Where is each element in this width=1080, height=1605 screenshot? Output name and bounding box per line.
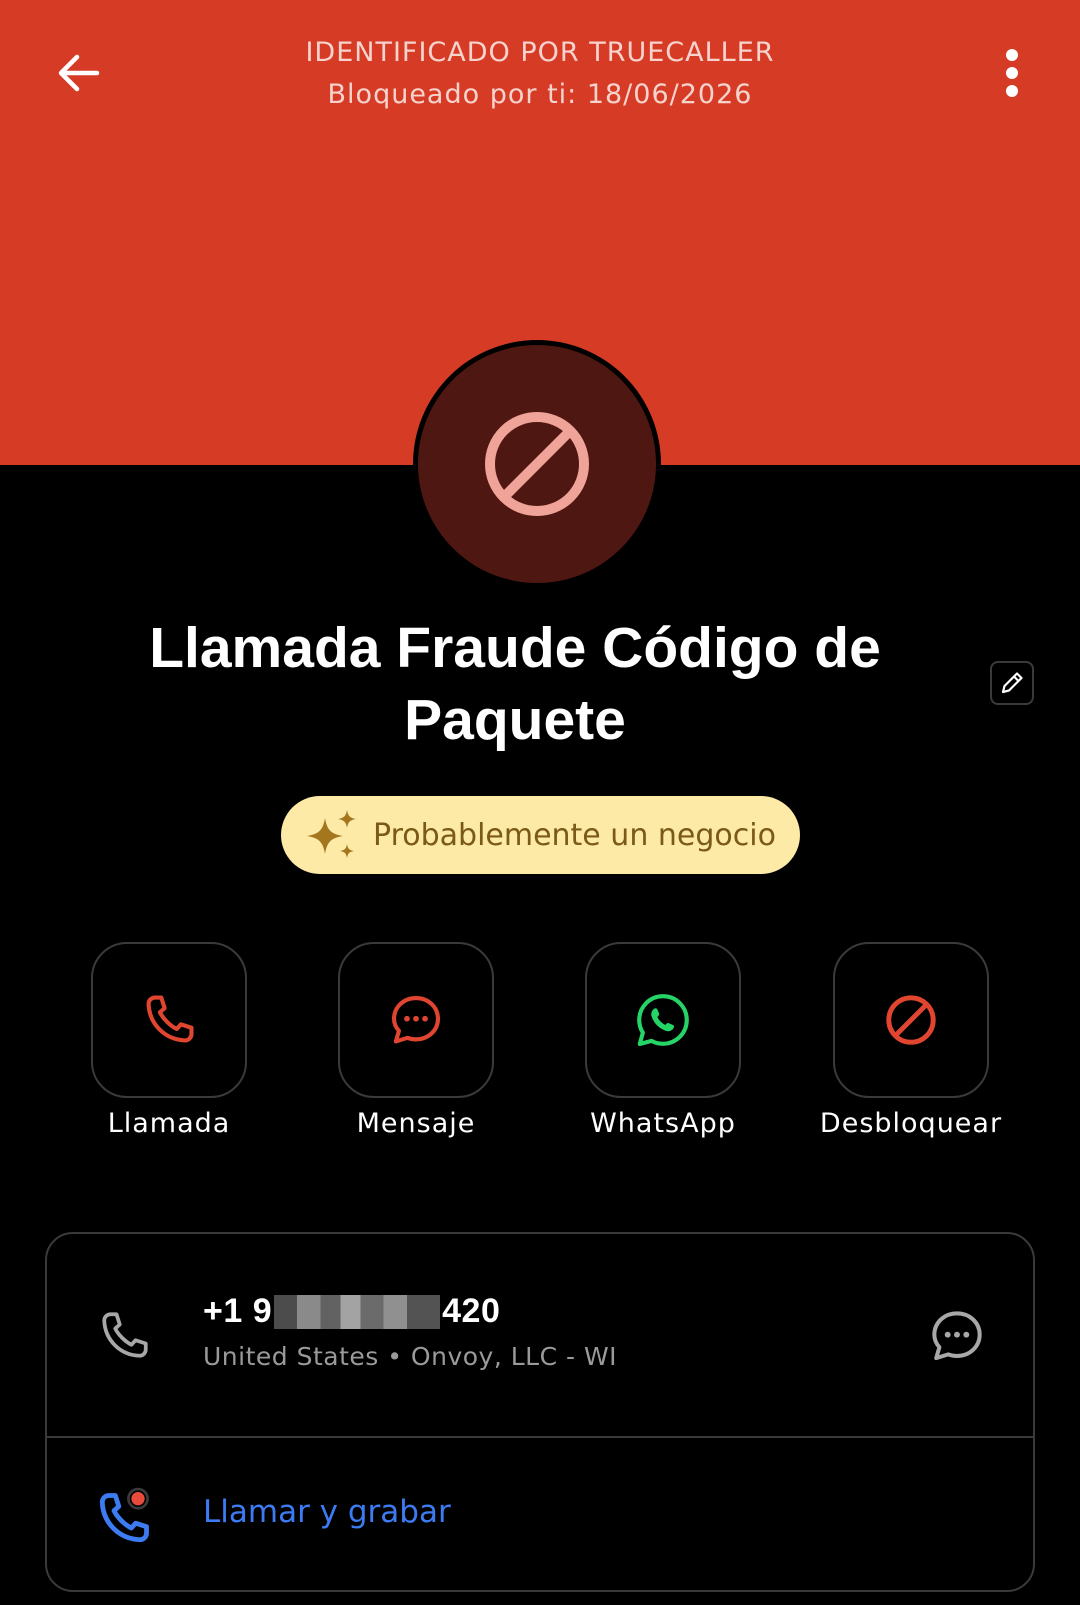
number-call-button[interactable]	[94, 1306, 154, 1366]
whatsapp-button[interactable]	[585, 942, 741, 1098]
call-label: Llamada	[107, 1108, 231, 1139]
blocked-icon	[485, 412, 589, 516]
sparkle-icon	[307, 810, 356, 858]
phone-number-prefix: +1 9	[203, 1292, 273, 1330]
contact-name: Llamada Fraude Código de Paquete	[149, 616, 881, 752]
phone-number-suffix: 420	[442, 1292, 501, 1330]
message-icon	[932, 1311, 982, 1361]
whatsapp-action[interactable]: WhatsApp	[585, 942, 741, 1139]
edit-name-button[interactable]	[990, 661, 1034, 705]
redacted-digits	[274, 1294, 441, 1329]
phone-number[interactable]: +1 9 420	[203, 1292, 500, 1331]
pencil-icon	[1001, 672, 1023, 694]
carrier-info: United States • Onvoy, LLC - WI	[203, 1342, 618, 1371]
call-record-button[interactable]	[94, 1484, 158, 1548]
badge-label: Probablemente un negocio	[373, 817, 776, 853]
avatar-circle	[418, 345, 656, 583]
whatsapp-label: WhatsApp	[590, 1108, 736, 1139]
whatsapp-icon	[637, 994, 689, 1047]
call-record-icon	[99, 1487, 149, 1543]
number-message-button[interactable]	[925, 1304, 989, 1368]
unblock-action[interactable]: Desbloquear	[820, 942, 1001, 1139]
phone-icon	[146, 995, 194, 1043]
more-options-button[interactable]	[984, 40, 1040, 106]
arrow-left-icon	[58, 54, 100, 92]
back-button[interactable]	[46, 40, 112, 106]
caller-profile-screen: IDENTIFICADO POR TRUECALLER Bloqueado po…	[0, 0, 1080, 1605]
card-divider	[47, 1436, 1033, 1438]
message-action[interactable]: Mensaje	[338, 942, 494, 1139]
unblock-label: Desbloquear	[819, 1108, 1003, 1139]
number-card: +1 9 420 United States • Onvoy, LLC - WI…	[45, 1232, 1035, 1592]
unblock-button[interactable]	[833, 942, 989, 1098]
avatar	[413, 340, 661, 588]
identified-by-label: IDENTIFICADO POR TRUECALLER	[305, 37, 775, 68]
blocked-date-label: Bloqueado por ti: 18/06/2026	[327, 79, 753, 110]
more-vertical-icon	[1006, 49, 1018, 97]
call-action[interactable]: Llamada	[91, 942, 247, 1139]
call-button[interactable]	[91, 942, 247, 1098]
header-title: IDENTIFICADO POR TRUECALLER Bloqueado po…	[200, 32, 880, 116]
call-record-label[interactable]: Llamar y grabar	[203, 1494, 451, 1530]
phone-icon	[102, 1312, 148, 1358]
business-badge[interactable]: Probablemente un negocio	[281, 796, 800, 874]
message-icon	[391, 995, 441, 1044]
message-button[interactable]	[338, 942, 494, 1098]
message-label: Mensaje	[356, 1108, 476, 1139]
blocked-icon	[886, 995, 936, 1045]
